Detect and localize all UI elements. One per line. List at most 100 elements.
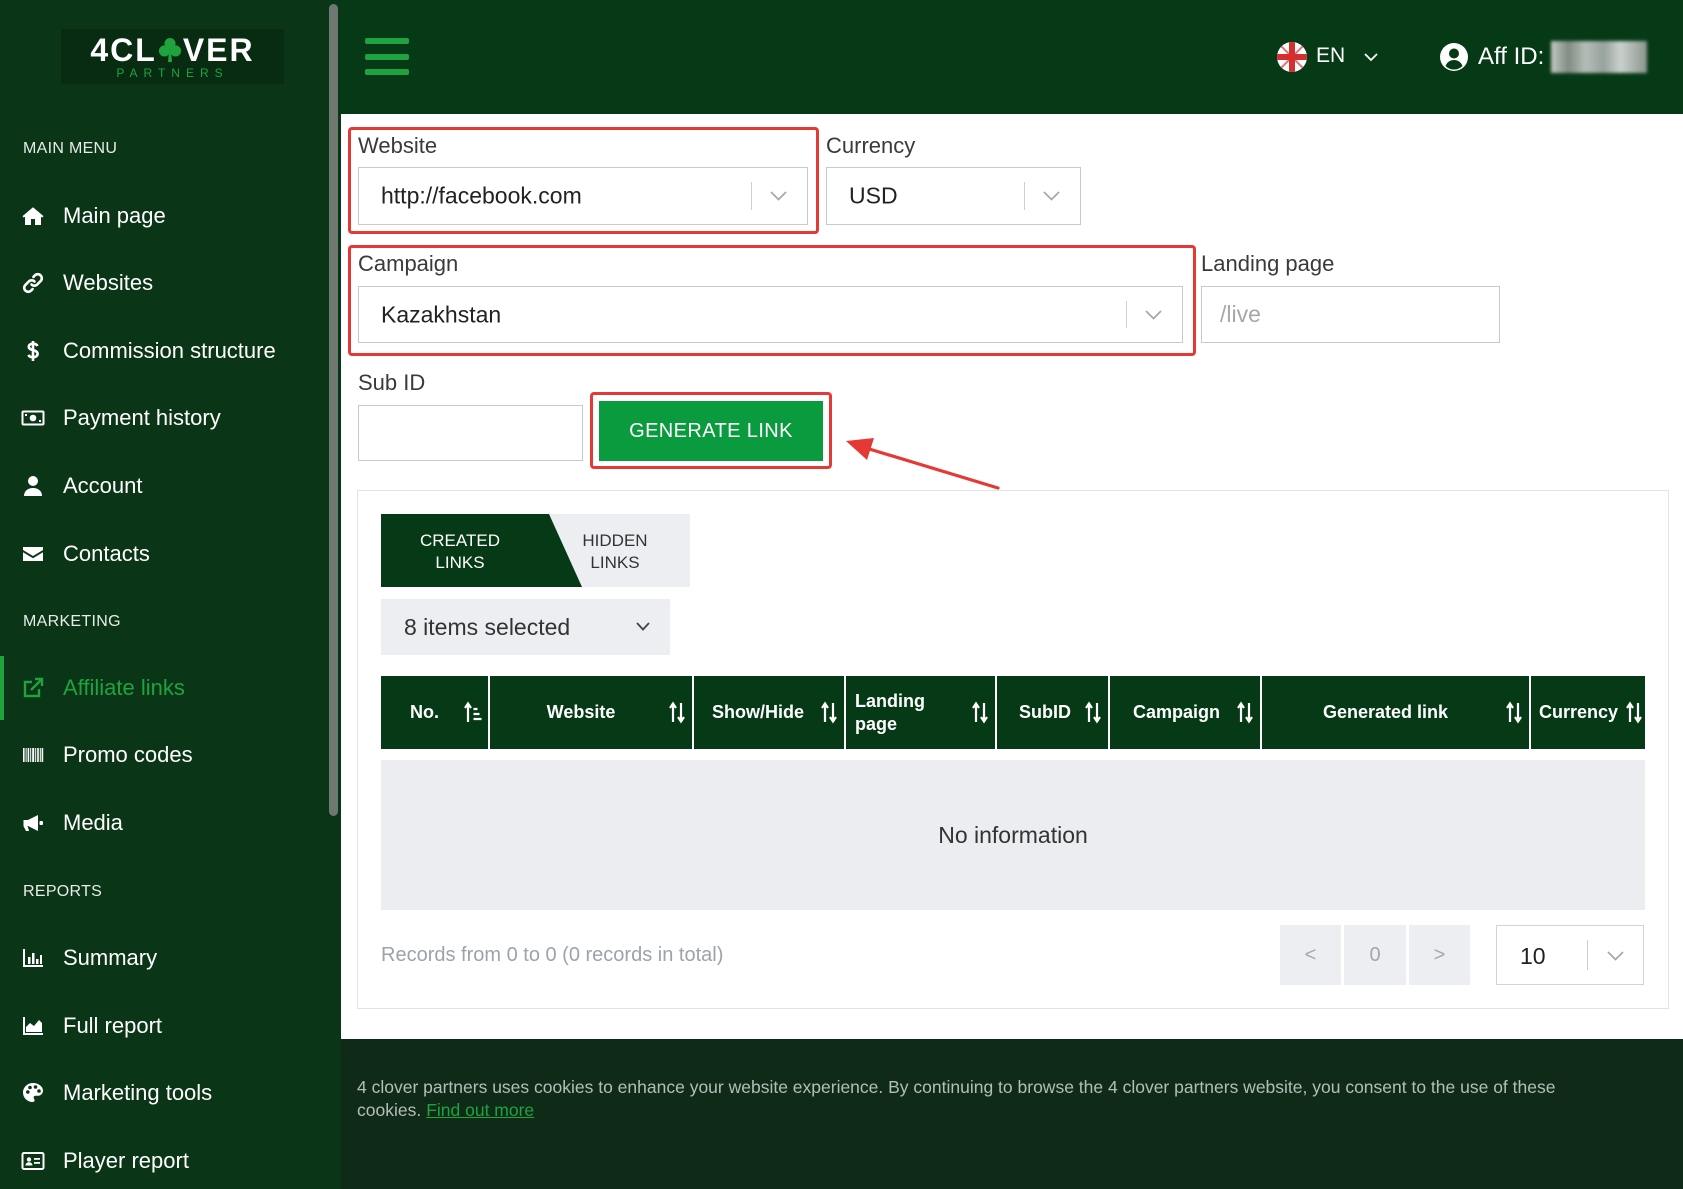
bar-chart-icon (21, 946, 45, 970)
records-summary: Records from 0 to 0 (0 records in total) (381, 944, 724, 966)
select-divider (1023, 182, 1025, 210)
sort-icon[interactable] (668, 701, 686, 724)
sort-icon[interactable] (820, 701, 838, 724)
sidebar-item-label: Promo codes (63, 742, 193, 767)
column-header-subid[interactable]: SubID (997, 676, 1110, 749)
sort-asc-icon[interactable] (464, 701, 482, 724)
clover-icon (158, 38, 181, 62)
megaphone-icon (21, 811, 45, 835)
tab-created-links-label: CREATED LINKS (420, 531, 500, 572)
currency-label: Currency (826, 133, 916, 158)
empty-state-text: No information (938, 821, 1088, 848)
money-bill-icon (21, 406, 45, 430)
chevron-down-icon (1364, 53, 1378, 62)
user-menu[interactable]: Aff ID: (1437, 38, 1652, 76)
sidebar-item-label: Media (63, 810, 123, 835)
column-header-show-hide[interactable]: Show/Hide (694, 676, 846, 749)
sort-icon[interactable] (1625, 701, 1643, 724)
pagination-current-page[interactable]: 0 (1344, 925, 1406, 985)
chevron-down-icon (1607, 951, 1624, 961)
barcode-icon (21, 743, 45, 767)
table-header: No. Website Show/Hide Landing page SubID… (381, 676, 1645, 749)
sidebar-item-marketing-tools[interactable]: Marketing tools (0, 1065, 327, 1121)
sidebar-item-commission-structure[interactable]: Commission structure (0, 323, 327, 379)
column-header-label: SubID (1019, 702, 1071, 722)
sidebar-item-label: Marketing tools (63, 1080, 213, 1105)
cookie-text: 4 clover partners uses cookies to enhanc… (357, 1077, 1556, 1120)
sidebar-item-summary[interactable]: Summary (0, 930, 327, 986)
section-title-marketing: MARKETING (23, 613, 121, 630)
section-title-reports: REPORTS (23, 883, 103, 900)
landing-page-input[interactable] (1201, 286, 1500, 343)
user-icon (21, 474, 45, 498)
sidebar-item-label: Websites (63, 270, 154, 295)
currency-select-value: USD (849, 182, 898, 209)
find-out-more-link[interactable]: Find out more (426, 1100, 534, 1120)
sort-icon[interactable] (1505, 701, 1523, 724)
currency-select[interactable]: USD (826, 167, 1081, 225)
area-chart-icon (21, 1014, 45, 1038)
page-size-select[interactable]: 10 (1496, 925, 1644, 985)
logo-suffix: VER (182, 32, 255, 68)
sidebar-item-label: Summary (63, 945, 158, 970)
sidebar-item-label: Main page (63, 203, 166, 228)
page-size-value: 10 (1520, 943, 1546, 969)
aff-id-redacted (1551, 41, 1647, 73)
language-selector[interactable]: EN (1275, 40, 1385, 74)
sub-id-label: Sub ID (358, 370, 426, 395)
column-header-campaign[interactable]: Campaign (1110, 676, 1262, 749)
section-title-main-menu: MAIN MENU (23, 140, 118, 157)
sidebar-item-label: Affiliate links (63, 675, 185, 700)
active-indicator (0, 656, 4, 720)
aff-id-label: Aff ID: (1478, 43, 1545, 70)
sort-icon[interactable] (1236, 701, 1254, 724)
column-filter-value: 8 items selected (404, 614, 571, 640)
sort-icon[interactable] (1084, 701, 1102, 724)
logo-subtitle: PARTNERS (116, 66, 229, 80)
sidebar-item-label: Player report (63, 1148, 189, 1173)
sidebar-item-payment-history[interactable]: Payment history (0, 390, 327, 446)
sidebar-item-contacts[interactable]: Contacts (0, 526, 327, 582)
column-header-label: Website (546, 702, 616, 722)
sidebar-item-affiliate-links[interactable]: Affiliate links (0, 656, 327, 720)
hamburger-icon[interactable] (365, 36, 409, 76)
landing-page-label: Landing page (1201, 251, 1335, 276)
sidebar-item-account[interactable]: Account (0, 458, 327, 514)
flag-icon (1277, 42, 1307, 72)
column-header-label: No. (410, 702, 439, 722)
sidebar-item-media[interactable]: Media (0, 795, 327, 851)
column-header-label: Currency (1539, 702, 1619, 722)
sidebar-item-label: Commission structure (63, 338, 276, 363)
column-header-label: Show/Hide (712, 702, 805, 722)
column-header-no[interactable]: No. (381, 676, 490, 749)
language-label: EN (1316, 44, 1346, 67)
column-header-generated-link[interactable]: Generated link (1262, 676, 1531, 749)
sidebar-item-player-report[interactable]: Player report (0, 1133, 327, 1189)
column-header-landing-page[interactable]: Landing page (846, 676, 997, 749)
chevron-down-icon (636, 622, 650, 631)
sidebar-scrollbar[interactable] (329, 4, 338, 816)
column-filter-dropdown[interactable]: 8 items selected (381, 599, 670, 655)
home-icon (21, 204, 45, 228)
sidebar-item-label: Full report (63, 1013, 163, 1038)
pagination-prev-button[interactable]: < (1280, 925, 1341, 985)
link-icon (21, 271, 45, 295)
user-circle-icon (1440, 43, 1468, 71)
column-header-currency[interactable]: Currency (1531, 676, 1645, 749)
sub-id-input[interactable] (358, 405, 583, 461)
sidebar-item-promo-codes[interactable]: Promo codes (0, 727, 327, 783)
sidebar-item-main-page[interactable]: Main page (0, 188, 327, 244)
sidebar-item-websites[interactable]: Websites (0, 255, 327, 311)
sidebar-item-full-report[interactable]: Full report (0, 998, 327, 1054)
sort-icon[interactable] (971, 701, 989, 724)
select-divider (1586, 940, 1588, 970)
tab-hidden-links-label: HIDDEN LINKS (582, 531, 648, 572)
dollar-icon (21, 339, 45, 363)
cookie-message: 4 clover partners uses cookies to enhanc… (357, 1076, 1657, 1122)
column-header-website[interactable]: Website (490, 676, 694, 749)
envelope-icon (21, 542, 45, 566)
table-empty-row: No information (381, 760, 1645, 910)
sidebar-item-label: Account (63, 473, 143, 498)
pagination-next-button[interactable]: > (1409, 925, 1470, 985)
logo-prefix: 4CL (90, 32, 157, 68)
